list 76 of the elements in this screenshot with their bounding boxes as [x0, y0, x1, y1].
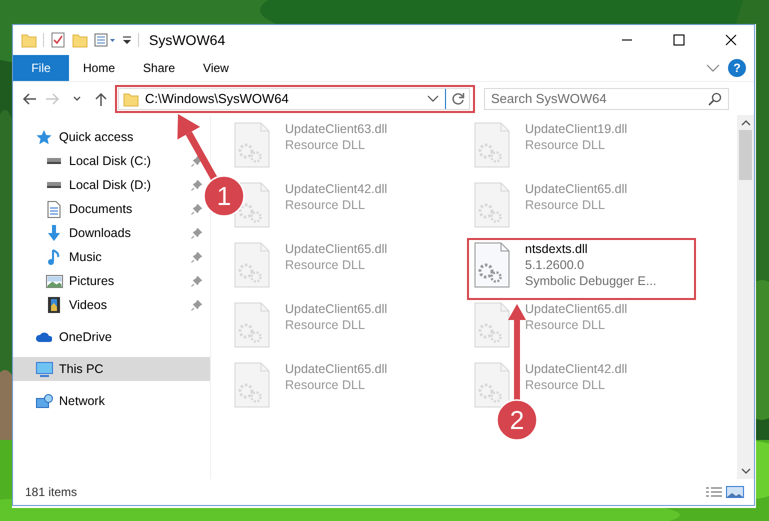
file-name[interactable]: UpdateClient65.dll — [525, 181, 628, 197]
file-detail[interactable]: Resource DLL — [525, 377, 628, 393]
music-note-icon — [48, 249, 60, 265]
network-icon — [36, 394, 52, 408]
file-detail[interactable]: Resource DLL — [285, 377, 388, 393]
file-detail[interactable]: 5.1.2600.0 — [525, 257, 656, 273]
sidebar-item[interactable]: Music — [13, 245, 106, 269]
scrollbar-thumb[interactable] — [739, 130, 752, 180]
cloud-icon — [36, 332, 52, 342]
star-icon — [36, 130, 52, 144]
close-icon — [725, 34, 737, 46]
file-detail[interactable]: Resource DLL — [525, 197, 628, 213]
monitor-icon — [36, 362, 52, 376]
picture-icon — [46, 274, 62, 288]
step-badge: 2 — [496, 399, 538, 441]
sidebar-item[interactable]: Downloads — [13, 221, 135, 245]
film-icon — [48, 297, 60, 313]
drive-icon — [46, 158, 62, 164]
help-button[interactable]: ? — [728, 59, 746, 77]
tiles-view-icon[interactable] — [726, 486, 744, 498]
document-icon — [47, 200, 61, 218]
drive-icon — [46, 182, 62, 188]
file-name[interactable]: UpdateClient63.dll — [285, 121, 388, 137]
chevron-icon — [73, 96, 81, 101]
sidebar-item[interactable]: Quick access — [13, 125, 138, 149]
file-name[interactable]: UpdateClient42.dll — [525, 361, 628, 377]
file-name[interactable]: UpdateClient65.dll — [285, 301, 388, 317]
file-detail[interactable]: Resource DLL — [285, 197, 388, 213]
sidebar-item[interactable]: Network — [13, 389, 109, 413]
file-name[interactable]: UpdateClient65.dll — [285, 241, 388, 257]
annotation-arrow — [177, 114, 218, 180]
file-name[interactable]: UpdateClient19.dll — [525, 121, 628, 137]
properties-icon[interactable] — [94, 32, 116, 48]
file-detail[interactable]: Resource DLL — [285, 317, 388, 333]
address-bar[interactable]: C:\Windows\SysWOW64 — [118, 88, 470, 110]
chevron-icon — [427, 95, 439, 102]
scroll-down-icon — [740, 468, 750, 474]
scrollbar[interactable] — [737, 115, 754, 479]
checklist-icon[interactable] — [50, 32, 66, 48]
download-icon — [47, 225, 61, 241]
sidebar-item[interactable]: Pictures — [13, 269, 118, 293]
folder-icon — [21, 32, 37, 48]
item-count: 181 items — [25, 484, 78, 501]
sidebar-item[interactable]: This PC — [13, 357, 210, 381]
search-icon — [708, 92, 722, 106]
folder-icon[interactable] — [72, 32, 88, 48]
sidebar-item[interactable]: OneDrive — [13, 325, 116, 349]
file-name[interactable]: ntsdexts.dll — [525, 241, 656, 257]
maximize-icon — [673, 34, 685, 46]
chevron-icon[interactable] — [706, 64, 720, 72]
file-name[interactable]: UpdateClient42.dll — [285, 181, 388, 197]
sidebar-item[interactable]: Documents — [13, 197, 136, 221]
up-arrow-icon — [95, 92, 107, 106]
window-title: SysWOW64 — [149, 30, 226, 50]
file-detail[interactable]: Resource DLL — [525, 317, 628, 333]
scroll-up-icon — [740, 120, 750, 126]
forward-arrow-icon — [46, 92, 60, 104]
file-detail[interactable]: Symbolic Debugger E... — [525, 273, 656, 289]
sidebar-item[interactable]: Local Disk (D:) — [13, 173, 155, 197]
refresh-icon[interactable] — [450, 92, 464, 106]
back-arrow-icon — [22, 92, 36, 104]
folder-icon — [123, 90, 139, 106]
file-tab[interactable]: File — [13, 55, 69, 81]
details-view-icon[interactable] — [706, 487, 722, 497]
sidebar-item[interactable]: Local Disk (C:) — [13, 149, 155, 173]
file-detail[interactable]: Resource DLL — [285, 137, 388, 153]
ribbon-tab[interactable]: Share — [129, 55, 190, 81]
file-name[interactable]: UpdateClient65.dll — [525, 301, 628, 317]
step-badge: 1 — [203, 175, 245, 217]
file-detail[interactable]: Resource DLL — [285, 257, 388, 273]
file-detail[interactable]: Resource DLL — [525, 137, 628, 153]
ribbon-tab[interactable]: Home — [69, 55, 130, 81]
ribbon-tab[interactable]: View — [189, 55, 243, 81]
sidebar-item[interactable]: Videos — [13, 293, 111, 317]
search-field[interactable]: Search SysWOW64 — [484, 88, 729, 110]
file-name[interactable]: UpdateClient65.dll — [285, 361, 388, 377]
